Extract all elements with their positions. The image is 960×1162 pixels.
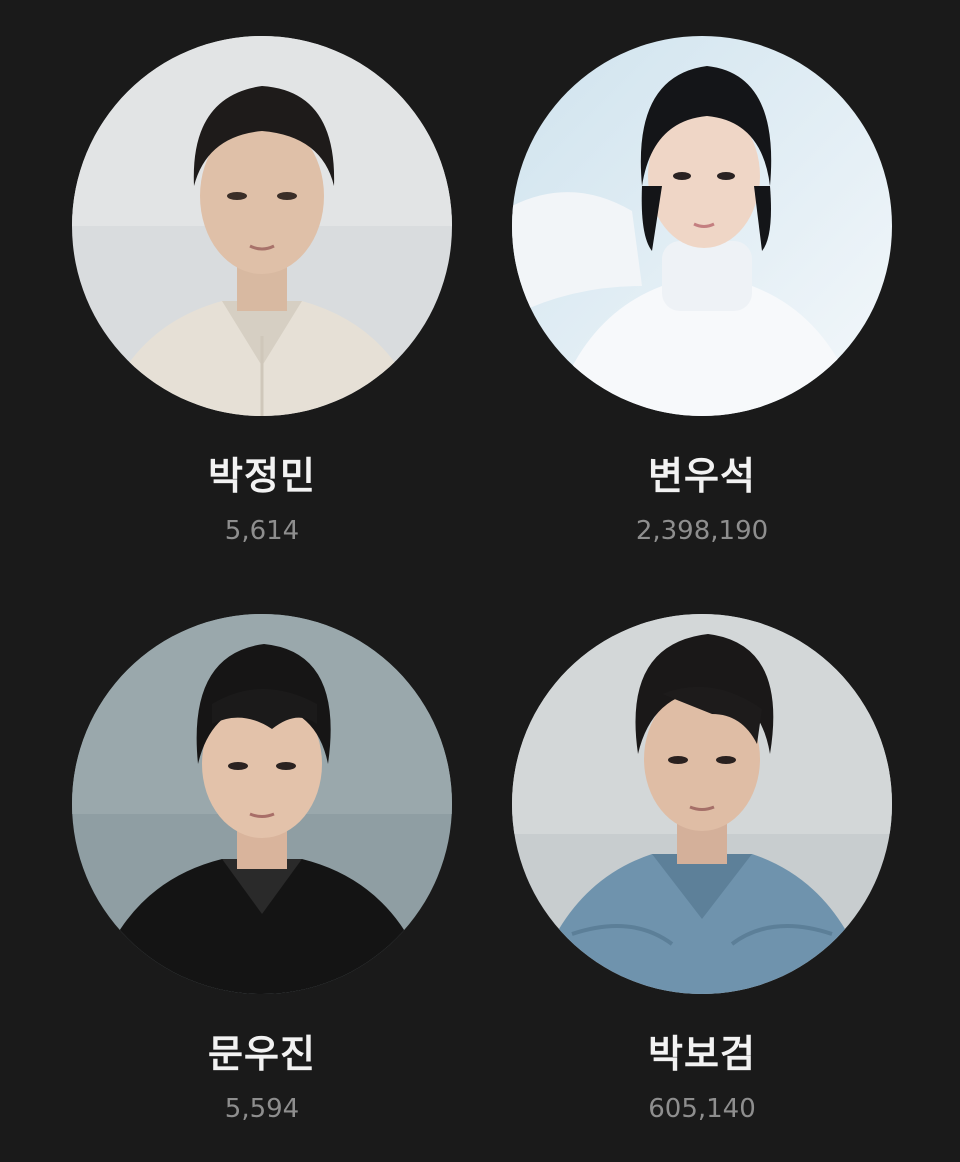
person-name: 박정민: [208, 454, 316, 498]
person-name: 문우진: [208, 1032, 316, 1076]
avatar[interactable]: [512, 614, 892, 994]
avatar[interactable]: [512, 36, 892, 416]
follower-count: 5,614: [224, 516, 300, 546]
portrait-image: [72, 614, 452, 994]
avatar[interactable]: [72, 614, 452, 994]
person-name: 변우석: [648, 454, 756, 498]
avatar[interactable]: [72, 36, 452, 416]
follower-count: 5,594: [224, 1094, 300, 1124]
profile-grid: 박정민 5,614 변우석 2,398,190 문우진 5,594 박보검 60…: [0, 0, 960, 1162]
portrait-image: [512, 36, 892, 416]
portrait-image: [512, 614, 892, 994]
person-name: 박보검: [648, 1032, 756, 1076]
profile-card[interactable]: 변우석 2,398,190: [512, 36, 892, 576]
portrait-image: [72, 36, 452, 416]
profile-card[interactable]: 박정민 5,614: [72, 36, 452, 576]
follower-count: 605,140: [648, 1094, 756, 1124]
profile-card[interactable]: 박보검 605,140: [512, 614, 892, 1154]
profile-card[interactable]: 문우진 5,594: [72, 614, 452, 1154]
follower-count: 2,398,190: [635, 516, 769, 546]
